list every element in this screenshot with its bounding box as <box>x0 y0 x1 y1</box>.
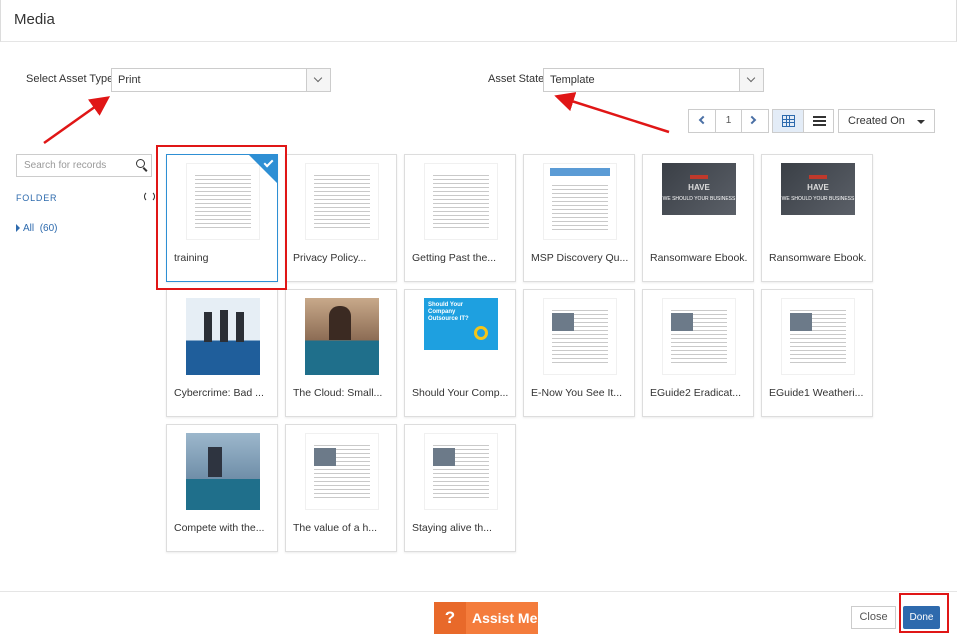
asset-thumbnail: HAVE WE SHOULD YOUR BUSINESS <box>781 163 855 215</box>
asset-title: Ransomware Ebook... <box>769 252 867 264</box>
folder-heading: FOLDER <box>16 193 58 203</box>
asset-card[interactable]: MSP Discovery Qu... <box>523 154 635 282</box>
asset-card[interactable]: Privacy Policy... <box>285 154 397 282</box>
asset-type-label: Select Asset Type: <box>26 73 117 85</box>
page-number: 1 <box>715 110 742 132</box>
modal-header: Media <box>0 0 957 42</box>
chevron-down-icon[interactable] <box>306 69 330 91</box>
asset-thumbnail <box>186 298 260 375</box>
sort-select[interactable]: Created On <box>838 109 935 133</box>
highlight-box <box>156 145 287 290</box>
asset-card[interactable]: Staying alive th... <box>404 424 516 552</box>
asset-thumbnail <box>424 433 498 510</box>
asset-card[interactable]: EGuide2 Eradicat... <box>642 289 754 417</box>
asset-title: EGuide2 Eradicat... <box>650 387 742 399</box>
asset-state-select[interactable]: Template <box>543 68 764 92</box>
asset-title: Cybercrime: Bad ... <box>174 387 264 399</box>
folder-item-label: All <box>23 223 35 234</box>
grid-view-button[interactable] <box>773 110 804 132</box>
assist-me-label: Assist Me <box>472 610 538 626</box>
asset-title: EGuide1 Weatheri... <box>769 387 864 399</box>
search-input[interactable] <box>16 154 152 177</box>
asset-thumbnail: Should Your Company Outsource IT? <box>424 298 498 350</box>
done-button[interactable]: Done <box>903 606 940 629</box>
asset-title: Getting Past the... <box>412 252 497 264</box>
asset-thumbnail <box>305 163 379 240</box>
thumb-caption: Should Your Company Outsource IT? <box>428 302 469 322</box>
asset-thumbnail <box>662 298 736 375</box>
asset-card[interactable]: The Cloud: Small... <box>285 289 397 417</box>
asset-card[interactable]: Cybercrime: Bad ... <box>166 289 278 417</box>
asset-thumbnail <box>305 433 379 510</box>
chevron-right-icon <box>747 115 757 125</box>
asset-card[interactable]: HAVE WE SHOULD YOUR BUSINESS Ransomware Eb… <box>642 154 754 282</box>
next-page-button[interactable] <box>742 110 768 132</box>
asset-thumbnail <box>424 163 498 240</box>
asset-card[interactable]: E-Now You See It... <box>523 289 635 417</box>
grid-icon <box>782 115 795 127</box>
asset-card[interactable]: EGuide1 Weatheri... <box>761 289 873 417</box>
asset-thumbnail <box>781 298 855 375</box>
thumb-caption: HAVE <box>688 183 710 192</box>
asset-thumbnail: HAVE WE SHOULD YOUR BUSINESS <box>662 163 736 215</box>
asset-title: E-Now You See It... <box>531 387 623 399</box>
list-icon <box>813 116 826 126</box>
asset-card[interactable]: Should Your Company Outsource IT? Should … <box>404 289 516 417</box>
thumb-caption: WE SHOULD YOUR BUSINESS <box>781 196 855 202</box>
asset-thumbnail <box>543 163 617 240</box>
asset-thumbnail <box>186 433 260 510</box>
asset-title: The Cloud: Small... <box>293 387 383 399</box>
refresh-icon[interactable] <box>144 191 155 202</box>
close-button[interactable]: Close <box>851 606 896 629</box>
asset-state-value: Template <box>550 74 595 86</box>
search-icon[interactable] <box>136 159 149 172</box>
folder-item-all[interactable]: All (60) <box>16 223 57 234</box>
thumb-caption: HAVE <box>807 183 829 192</box>
caret-down-icon <box>917 120 925 124</box>
asset-title: Staying alive th... <box>412 522 492 534</box>
asset-title: The value of a h... <box>293 522 378 534</box>
chevron-down-icon[interactable] <box>739 69 763 91</box>
list-view-button[interactable] <box>804 110 835 132</box>
asset-title: Ransomware Ebook... <box>650 252 748 264</box>
arrow-asset-state <box>554 92 670 134</box>
asset-card[interactable]: Getting Past the... <box>404 154 516 282</box>
asset-card[interactable]: Compete with the... <box>166 424 278 552</box>
pager: 1 <box>688 109 769 133</box>
prev-page-button[interactable] <box>689 110 715 132</box>
modal-title: Media <box>14 11 55 28</box>
asset-title: Should Your Comp... <box>412 387 509 399</box>
assist-me-button[interactable]: ? Assist Me <box>434 602 538 634</box>
view-toggle <box>772 109 834 133</box>
help-icon: ? <box>434 602 466 634</box>
chevron-left-icon <box>698 115 708 125</box>
folder-item-count: (60) <box>39 223 58 234</box>
asset-type-value: Print <box>118 74 141 86</box>
asset-thumbnail <box>543 298 617 375</box>
asset-title: MSP Discovery Qu... <box>531 252 629 264</box>
asset-type-select[interactable]: Print <box>111 68 331 92</box>
arrow-asset-type <box>43 96 111 145</box>
thumb-caption: WE SHOULD YOUR BUSINESS <box>662 196 736 202</box>
asset-title: Privacy Policy... <box>293 252 367 264</box>
asset-thumbnail <box>305 298 379 375</box>
sort-value: Created On <box>848 115 905 127</box>
asset-title: Compete with the... <box>174 522 265 534</box>
asset-card[interactable]: HAVE WE SHOULD YOUR BUSINESS Ransomware Eb… <box>761 154 873 282</box>
caret-right-icon <box>16 224 20 232</box>
asset-state-label: Asset State: <box>488 73 548 85</box>
asset-card[interactable]: The value of a h... <box>285 424 397 552</box>
